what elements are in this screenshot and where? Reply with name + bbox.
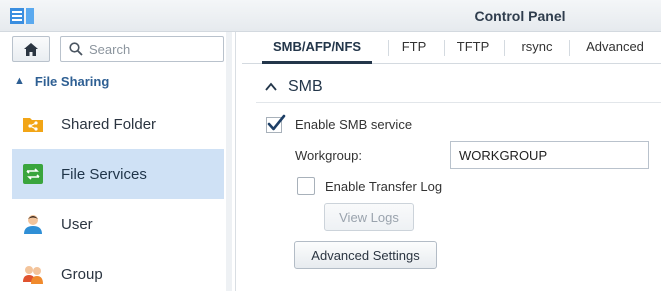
section-label: File Sharing: [34, 73, 110, 89]
search-box[interactable]: [60, 36, 224, 62]
section-divider: [256, 102, 661, 103]
sidebar-item-label: File Services: [61, 165, 147, 183]
shared-folder-icon: [21, 112, 45, 136]
checkmark-icon: [266, 114, 286, 133]
file-services-icon: [21, 162, 45, 186]
main-panel: SMB/AFP/NFS FTP TFTP rsync Advanced SMB …: [242, 32, 661, 291]
smb-section-header[interactable]: SMB: [264, 78, 323, 96]
home-icon: [24, 42, 38, 56]
window-title: Control Panel: [474, 8, 566, 24]
enable-smb-label: Enable SMB service: [295, 117, 413, 132]
search-input[interactable]: [89, 37, 219, 61]
sidebar-item-user[interactable]: User: [12, 199, 224, 249]
tab-advanced[interactable]: Advanced: [575, 32, 655, 63]
tab-tftp[interactable]: TFTP: [448, 32, 498, 63]
smb-section-title: SMB: [288, 78, 323, 95]
active-tab-indicator: [262, 61, 372, 64]
view-logs-button[interactable]: View Logs: [324, 203, 414, 231]
tab-separator: [388, 40, 389, 56]
workgroup-field[interactable]: [450, 141, 649, 169]
search-icon: [69, 42, 83, 56]
enable-transfer-log-checkbox[interactable]: [297, 177, 315, 195]
home-button[interactable]: [12, 36, 50, 62]
chevron-up-icon: [265, 82, 277, 91]
enable-transfer-log-label: Enable Transfer Log: [325, 179, 443, 194]
sidebar-item-shared-folder[interactable]: Shared Folder: [12, 99, 224, 149]
tab-rsync[interactable]: rsync: [508, 32, 566, 63]
sidebar-scrollbar[interactable]: [226, 32, 232, 291]
sidebar-item-group[interactable]: Group: [12, 249, 224, 291]
tab-smb-afp-nfs[interactable]: SMB/AFP/NFS: [262, 32, 372, 63]
sidebar: ▲ File Sharing Shared Folder File Servic…: [0, 32, 236, 291]
section-file-sharing[interactable]: ▲ File Sharing: [14, 72, 109, 90]
tab-ftp[interactable]: FTP: [392, 32, 436, 63]
user-icon: [21, 212, 45, 236]
tab-separator: [504, 40, 505, 56]
sidebar-item-label: Shared Folder: [61, 115, 157, 133]
tab-separator: [444, 40, 445, 56]
tab-separator: [569, 40, 570, 56]
enable-smb-checkbox[interactable]: [266, 114, 286, 133]
chevron-up-icon: ▲: [14, 75, 25, 87]
sidebar-item-label: Group: [61, 265, 103, 283]
tab-bar: SMB/AFP/NFS FTP TFTP rsync Advanced: [242, 32, 661, 64]
title-bar: Control Panel: [0, 0, 661, 32]
sidebar-item-file-services[interactable]: File Services: [12, 149, 224, 199]
group-icon: [21, 262, 45, 286]
workgroup-label: Workgroup:: [295, 148, 362, 163]
control-panel-icon[interactable]: [10, 8, 34, 24]
advanced-settings-button[interactable]: Advanced Settings: [294, 241, 437, 269]
sidebar-item-label: User: [61, 215, 93, 233]
